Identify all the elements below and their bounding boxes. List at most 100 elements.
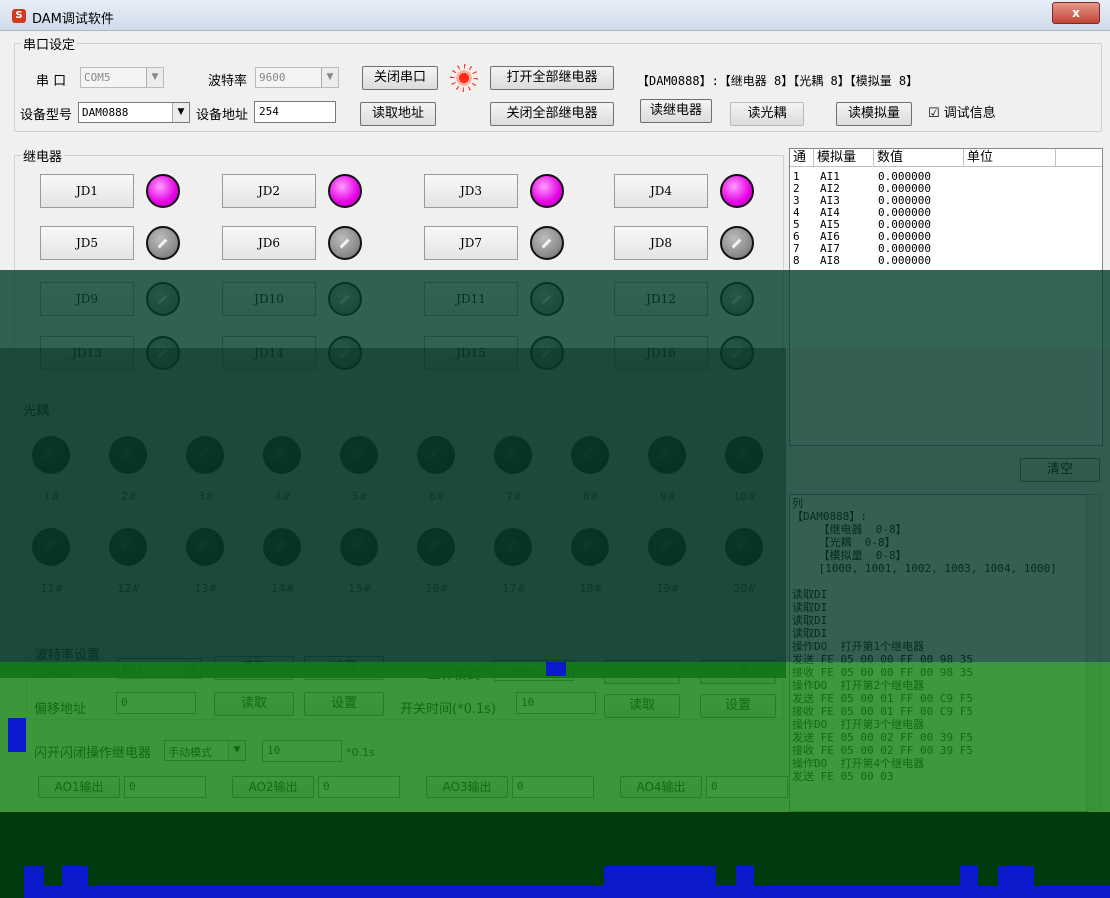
open-all-relays-button[interactable]: 打开全部继电器 — [490, 66, 614, 90]
checkbox-checked-icon[interactable]: ☑ — [928, 106, 940, 121]
offset-read-button[interactable]: 读取 — [214, 692, 294, 716]
col-header-unit[interactable]: 单位 — [964, 149, 1056, 167]
ao3-output-button[interactable]: AO3输出 — [426, 776, 508, 798]
ao1-output-button[interactable]: AO1输出 — [38, 776, 120, 798]
relay-button-jd13[interactable]: JD13 — [40, 336, 134, 370]
relay-status-led-icon — [146, 336, 180, 370]
chevron-down-icon[interactable]: ▼ — [172, 103, 189, 122]
log-line: 【DAM0888】: — [792, 510, 867, 523]
baud2-select[interactable]: 默认 ▼ — [118, 658, 202, 679]
relay-button-jd6[interactable]: JD6 — [222, 226, 316, 260]
close-port-button[interactable]: 关闭串口 — [362, 66, 438, 90]
baud-read-button[interactable]: 读取 — [214, 656, 294, 680]
baud-settings-legend: 波特率设置 — [35, 648, 101, 663]
port-select[interactable]: COM5 ▼ — [80, 67, 164, 88]
read-opto-button[interactable]: 读光耦 — [730, 102, 804, 126]
offset-input[interactable]: 0 — [116, 692, 196, 714]
relay-status-led-icon — [530, 174, 564, 208]
read-address-button[interactable]: 读取地址 — [360, 102, 436, 126]
relay-button-jd3[interactable]: JD3 — [424, 174, 518, 208]
baud-set-button[interactable]: 设置 — [304, 656, 384, 680]
chevron-down-icon[interactable]: ▼ — [146, 68, 163, 87]
offset-set-button[interactable]: 设置 — [304, 692, 384, 716]
flash-mode-select[interactable]: 手动模式 ▼ — [164, 740, 246, 761]
ao4-output-button[interactable]: AO4输出 — [620, 776, 702, 798]
opto-led-icon — [340, 436, 378, 474]
chevron-down-icon[interactable]: ▼ — [184, 659, 201, 678]
relay-button-jd11[interactable]: JD11 — [424, 282, 518, 316]
opto-label: 17# — [502, 582, 526, 595]
log-line: 操作DO 打开第2个继电器 — [792, 679, 925, 692]
relay-button-jd7[interactable]: JD7 — [424, 226, 518, 260]
chevron-down-icon[interactable]: ▼ — [321, 68, 338, 87]
ao3-input[interactable]: 0 — [512, 776, 594, 798]
baud2-label: 波特率 — [34, 666, 74, 681]
opto-led-icon — [186, 436, 224, 474]
ao1-input[interactable]: 0 — [124, 776, 206, 798]
opto-label: 13# — [194, 582, 218, 595]
opto-label: 12# — [117, 582, 141, 595]
close-all-relays-button[interactable]: 关闭全部继电器 — [490, 102, 614, 126]
address-input[interactable]: 254 — [254, 101, 336, 123]
flash-time-input[interactable]: 10 — [262, 740, 342, 762]
debug-log[interactable]: 列【DAM0888】: 【继电器 0-8】 【光耦 0-8】 【模拟量 0-8】… — [789, 494, 1088, 812]
relay-button-jd12[interactable]: JD12 — [614, 282, 708, 316]
relay-legend: 继电器 — [23, 150, 63, 165]
relay-button-jd10[interactable]: JD10 — [222, 282, 316, 316]
relay-button-jd5[interactable]: JD5 — [40, 226, 134, 260]
ao2-output-button[interactable]: AO2输出 — [232, 776, 314, 798]
relay-status-led-icon — [720, 282, 754, 316]
relay-button-jd8[interactable]: JD8 — [614, 226, 708, 260]
relay-status-led-icon — [530, 282, 564, 316]
relay-status-led-icon — [146, 174, 180, 208]
mode-set-button[interactable]: 设置 — [700, 660, 776, 684]
col-header-analog[interactable]: 模拟量 — [814, 149, 874, 167]
glitch-block — [736, 866, 754, 886]
debug-checkbox[interactable]: ☑ 调试信息 — [928, 102, 996, 121]
relay-button-jd14[interactable]: JD14 — [222, 336, 316, 370]
col-header-value[interactable]: 数值 — [874, 149, 964, 167]
mode-read-button[interactable]: 读取 — [604, 660, 680, 684]
log-line: 发送 FE 05 00 02 FF 00 39 F5 — [792, 731, 973, 744]
glitch-block — [604, 866, 716, 886]
switch-time-input[interactable]: 10 — [516, 692, 596, 714]
baud-label: 波特率 — [208, 74, 248, 89]
model-select[interactable]: DAM0888 ▼ — [78, 102, 190, 123]
opto-led-icon — [571, 528, 609, 566]
opto-label: 15# — [348, 582, 372, 595]
log-line: 【模拟量 0-8】 — [792, 549, 907, 562]
offset-label: 偏移地址 — [34, 702, 87, 717]
relay-button-jd4[interactable]: JD4 — [614, 174, 708, 208]
address-label: 设备地址 — [196, 108, 249, 123]
col-header-channel[interactable]: 通 — [790, 149, 814, 167]
title-bar[interactable]: S DAM调试软件 x — [0, 0, 1110, 31]
read-relay-button[interactable]: 读继电器 — [640, 99, 712, 123]
read-analog-button[interactable]: 读模拟量 — [836, 102, 912, 126]
switch-time-set-button[interactable]: 设置 — [700, 694, 776, 718]
chevron-down-icon[interactable]: ▼ — [228, 741, 245, 760]
model-value: DAM0888 — [82, 106, 129, 119]
glitch-block — [546, 662, 566, 676]
relay-button-jd1[interactable]: JD1 — [40, 174, 134, 208]
table-row[interactable]: 8 AI8 0.000000 — [790, 255, 1102, 267]
ao4-input[interactable]: 0 — [706, 776, 788, 798]
ao2-input[interactable]: 0 — [318, 776, 400, 798]
baud-select[interactable]: 9600 ▼ — [255, 67, 339, 88]
relay-button-jd15[interactable]: JD15 — [424, 336, 518, 370]
log-scrollbar[interactable] — [1086, 494, 1101, 810]
log-line: 接收 FE 05 00 02 FF 00 39 F5 — [792, 744, 973, 757]
opto-led-icon — [109, 528, 147, 566]
opto-led-icon — [32, 528, 70, 566]
analog-table: 通 模拟量 数值 单位 1 AI1 0.000000 2 AI2 0.000000 3 AI3… — [789, 148, 1103, 446]
close-window-button[interactable]: x — [1052, 2, 1100, 24]
cell-name: AI8 — [820, 254, 840, 267]
glitch-block — [62, 866, 88, 886]
log-line: 操作DO 打开第3个继电器 — [792, 718, 925, 731]
log-line: 接收 FE 05 00 01 FF 00 C9 F5 — [792, 705, 973, 718]
relay-button-jd2[interactable]: JD2 — [222, 174, 316, 208]
relay-button-jd9[interactable]: JD9 — [40, 282, 134, 316]
clear-log-button[interactable]: 清空 — [1020, 458, 1100, 482]
switch-time-read-button[interactable]: 读取 — [604, 694, 680, 718]
relay-button-jd16[interactable]: JD16 — [614, 336, 708, 370]
log-line: 发送 FE 05 00 00 FF 00 98 35 — [792, 653, 973, 666]
